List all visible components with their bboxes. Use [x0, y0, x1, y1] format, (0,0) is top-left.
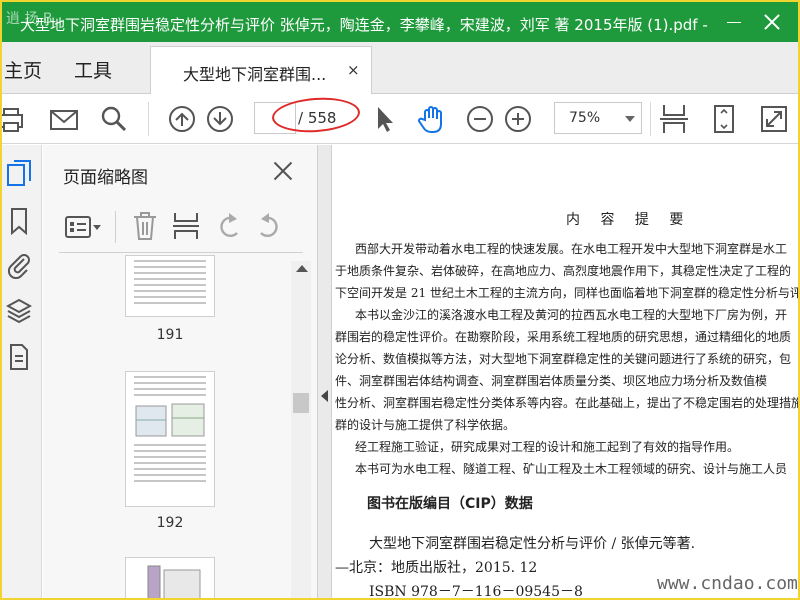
thumbnail-page-192[interactable] [125, 371, 215, 507]
zoom-value: 75% [569, 110, 601, 126]
zoom-select[interactable]: 75% [554, 102, 642, 134]
cip-title: 图书在版编目（CIP）数据 [367, 496, 533, 512]
fit-width-icon[interactable] [658, 103, 690, 135]
doc-paragraph-line: 经工程施工验证，研究成果对工程的设计和施工起到了有效的指导作用。 [355, 440, 740, 454]
close-window-button[interactable] [762, 12, 782, 32]
print-icon[interactable] [2, 103, 30, 135]
bookmark-icon[interactable] [6, 207, 32, 235]
rotate-right-icon[interactable] [255, 211, 283, 241]
insert-page-icon[interactable] [171, 211, 201, 241]
chevron-down-icon [625, 116, 635, 122]
doc-paragraph-line: 论分析、数值模拟等方法，对大型地下洞室群稳定性的关键问题进行了系统的研究，包 [335, 352, 792, 366]
tab-tools[interactable]: 工具 [74, 56, 112, 83]
doc-paragraph-line: 群围岩的稳定性评价。在勘察阶段，采用系统工程地质的研究思想，通过精细化的地质 [335, 330, 792, 344]
panel-splitter[interactable] [318, 145, 332, 598]
tab-bar: 主页 工具 大型地下洞室群围... × [2, 42, 798, 95]
thumbnails-panel: 页面缩略图 191 192 [43, 145, 318, 598]
doc-paragraph-line: 件、洞室群围岩体结构调查、洞室群围岩体质量分类、坝区地应力场分析及数值模 [335, 374, 768, 388]
doc-paragraph-line: 性分析、洞室群围岩稳定性分类体系等内容。在此基础上，提出了不稳定围岩的处理措施 [335, 396, 798, 410]
trash-icon[interactable] [131, 211, 159, 241]
tab-document[interactable]: 大型地下洞室群围... × [150, 46, 372, 95]
doc-paragraph-line: 于地质条件复杂、岩体破碎，在高地应力、高烈度地震作用下，其稳定性决定了工程的 [335, 264, 792, 278]
email-icon[interactable] [48, 103, 80, 135]
doc-paragraph-line: 下空间开发是 21 世纪土木工程的主流方向，同样也面临着地下洞室群的稳定性分析与… [335, 286, 798, 300]
doc-paragraph-line: 本书以金沙江的溪洛渡水电工程及黄河的拉西瓦水电工程的大型地下厂房为例，开 [355, 308, 788, 322]
search-icon[interactable] [98, 103, 130, 135]
select-cursor-icon[interactable] [368, 103, 400, 135]
minimize-button[interactable] [724, 12, 744, 32]
scrollbar-thumb[interactable] [293, 393, 309, 413]
document-view: 内 容 提 要 西部大开发带动着水电工程的快速发展。在水电工程开发中大型地下洞室… [333, 145, 798, 598]
tab-document-label: 大型地下洞室群围... [183, 65, 327, 84]
tab-home[interactable]: 主页 [4, 56, 42, 83]
zoom-in-icon[interactable] [502, 103, 534, 135]
full-screen-icon[interactable] [758, 103, 790, 135]
previous-page-icon[interactable] [166, 103, 198, 135]
toolbar: / 558 75% [2, 94, 798, 144]
thumbnail-figure [135, 403, 205, 437]
doc-paragraph-line: 西部大开发带动着水电工程的快速发展。在水电工程开发中大型地下洞室群是水工 [355, 242, 788, 256]
cip-line: ISBN 978－7－116－09545－8 [369, 584, 583, 598]
attachment-icon[interactable] [6, 251, 32, 279]
hand-tool-icon[interactable] [416, 103, 448, 135]
page-thumbnails-icon[interactable] [6, 159, 32, 187]
zoom-out-icon[interactable] [464, 103, 496, 135]
layers-icon[interactable] [6, 297, 32, 325]
panel-toolbar [59, 201, 303, 253]
fit-page-icon[interactable] [708, 103, 740, 135]
toolbar-separator [650, 102, 651, 136]
app-window: 逍 扬 B 大型地下洞室群围岩稳定性分析与评价 张倬元，陶连金，李攀峰，宋建波，… [2, 2, 798, 598]
thumbnail-page-number: 192 [156, 515, 184, 531]
thumbnail-page-number: 191 [156, 327, 184, 343]
rotate-left-icon[interactable] [215, 211, 243, 241]
thumbnail-page-191[interactable] [125, 255, 215, 317]
collapse-panel-arrow[interactable] [321, 390, 328, 402]
doc-heading: 内 容 提 要 [566, 212, 692, 228]
title-bar: 逍 扬 B 大型地下洞室群围岩稳定性分析与评价 张倬元，陶连金，李攀峰，宋建波，… [2, 2, 798, 42]
toolbar-separator [148, 102, 149, 136]
doc-paragraph-line: 群的设计与施工提供了科学依据。 [335, 418, 516, 432]
doc-paragraph-line: 本书可为水电工程、隧道工程、矿山工程及土木工程领域的研究、设计与施工人员 [355, 462, 788, 476]
thumbnail-list: 191 192 [43, 255, 298, 598]
thumbnail-options-icon[interactable] [65, 213, 103, 241]
thumbnail-page-193[interactable] [125, 557, 215, 598]
cip-line: 大型地下洞室群围岩稳定性分析与评价 / 张倬元等著. [369, 536, 696, 552]
navigation-rail [2, 145, 42, 598]
next-page-icon[interactable] [204, 103, 236, 135]
red-highlight-ellipse [270, 94, 362, 136]
panel-close-button[interactable] [271, 159, 295, 183]
panel-toolbar-separator [115, 211, 116, 243]
cip-line: —北京：地质出版社，2015. 12 [335, 560, 538, 576]
panel-scrollbar[interactable] [291, 261, 311, 598]
thumbnail-figure [147, 565, 201, 598]
site-watermark: www.cndao.com [657, 573, 798, 594]
window-title: 大型地下洞室群围岩稳定性分析与评价 张倬元，陶连金，李攀峰，宋建波，刘军 著 2… [20, 16, 710, 34]
panel-title: 页面缩略图 [63, 168, 148, 188]
document-properties-icon[interactable] [6, 343, 32, 371]
scroll-up-arrow[interactable] [296, 265, 308, 272]
tab-close-button[interactable]: × [347, 61, 360, 79]
